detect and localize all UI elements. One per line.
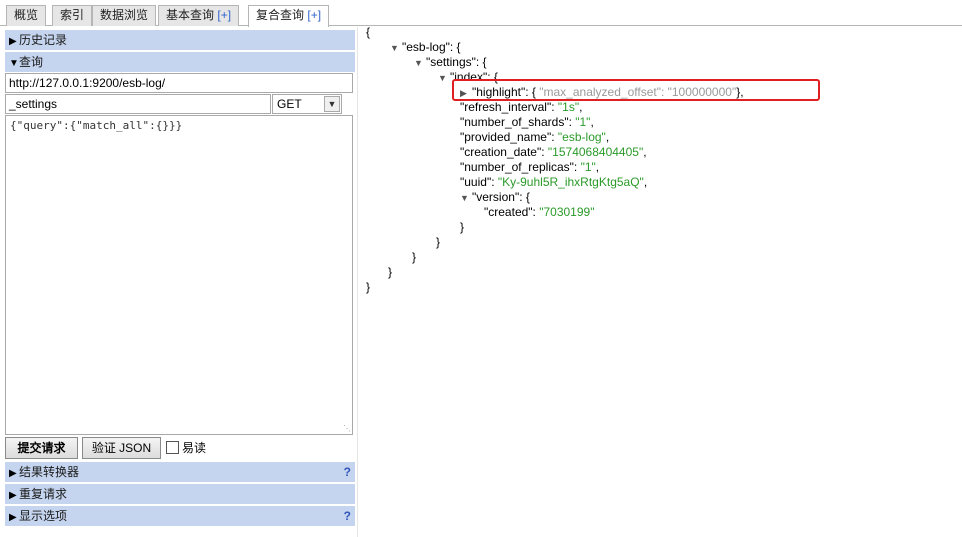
json-key: "version": { xyxy=(472,190,530,204)
collapse-triangle-icon[interactable]: ▼ xyxy=(460,193,472,203)
tab-browser[interactable]: 数据浏览 xyxy=(92,5,157,26)
tab-compound-query-label: 复合查询 xyxy=(256,8,305,22)
method-select[interactable]: GET ▼ xyxy=(272,94,342,114)
json-line: "uuid": "Ky-9uhl5R_ihxRtgKtg5aQ", xyxy=(460,175,647,189)
request-body-textarea[interactable]: {"query":{"match_all":{}}} ⋱ xyxy=(5,115,353,435)
json-line: ▼ "settings": { xyxy=(414,55,487,69)
tab-compound-query-plus[interactable]: [+] xyxy=(307,8,321,22)
json-punct: , xyxy=(605,130,610,144)
help-icon[interactable]: ? xyxy=(344,462,351,482)
json-value: "1" xyxy=(580,160,596,174)
json-key: "uuid": xyxy=(460,175,498,189)
json-line: } xyxy=(460,220,465,234)
json-key: "created": xyxy=(484,205,540,219)
json-punct: , xyxy=(579,100,583,114)
transformer-section-header[interactable]: ▶ 结果转换器 ? xyxy=(5,462,355,482)
json-line: "created": "7030199" xyxy=(484,205,594,219)
json-punct: , xyxy=(643,145,647,159)
json-line: } xyxy=(436,235,441,249)
tab-indices-label: 索引 xyxy=(60,8,85,22)
json-value: "Ky-9uhl5R_ihxRtgKtg5aQ" xyxy=(497,175,644,189)
json-line: { xyxy=(366,25,371,39)
expand-triangle-icon: ▶ xyxy=(9,512,17,523)
json-key: "number_of_shards": xyxy=(460,115,576,129)
json-punct: , xyxy=(595,160,600,174)
collapse-triangle-icon[interactable]: ▼ xyxy=(438,73,450,83)
expand-triangle-icon: ▶ xyxy=(9,468,17,479)
json-key: "settings": { xyxy=(426,55,487,69)
easy-read-label: 易读 xyxy=(182,441,207,455)
validate-json-button[interactable]: 验证 JSON xyxy=(82,437,161,459)
json-line: "provided_name": "esb-log", xyxy=(460,130,609,144)
tab-basic-query-plus[interactable]: [+] xyxy=(217,8,231,22)
tab-browser-label: 数据浏览 xyxy=(100,8,149,22)
expand-triangle-icon: ▶ xyxy=(9,36,17,47)
json-key: "number_of_replicas": xyxy=(460,160,581,174)
url-input[interactable]: http://127.0.0.1:9200/esb-log/ xyxy=(5,73,353,93)
tab-basic-query-label: 基本查询 xyxy=(166,8,215,22)
help-icon[interactable]: ? xyxy=(344,506,351,526)
json-line: "number_of_shards": "1", xyxy=(460,115,594,129)
request-body-text: {"query":{"match_all":{}}} xyxy=(10,119,183,132)
tab-overview-label: 概览 xyxy=(14,8,39,22)
submit-request-button[interactable]: 提交请求 xyxy=(5,437,78,459)
history-label: 历史记录 xyxy=(19,33,68,47)
highlight-annotation-box xyxy=(452,79,820,101)
json-value: "1" xyxy=(575,115,591,129)
display-label: 显示选项 xyxy=(19,509,68,523)
collapse-triangle-icon[interactable]: ▼ xyxy=(414,58,426,68)
transformer-label: 结果转换器 xyxy=(19,465,80,479)
json-value: "1574068404405" xyxy=(547,145,644,159)
json-value: "esb-log" xyxy=(557,130,606,144)
chevron-down-icon[interactable]: ▼ xyxy=(324,96,340,112)
easy-read-option[interactable]: 易读 xyxy=(166,440,206,456)
json-line: "number_of_replicas": "1", xyxy=(460,160,599,174)
expand-triangle-icon: ▶ xyxy=(9,490,17,501)
json-line: ▼ "version": { xyxy=(460,190,530,204)
json-punct: , xyxy=(643,175,648,189)
repeat-section-header[interactable]: ▶ 重复请求 xyxy=(5,484,355,504)
json-key: "refresh_interval": xyxy=(460,100,558,114)
json-line: } xyxy=(366,280,371,294)
json-line: "creation_date": "1574068404405", xyxy=(460,145,647,159)
json-value: "1s" xyxy=(557,100,580,114)
tab-basic-query[interactable]: 基本查询 [+] xyxy=(158,5,240,26)
resize-grip-icon[interactable]: ⋱ xyxy=(343,425,351,433)
display-section-header[interactable]: ▶ 显示选项 ? xyxy=(5,506,355,526)
json-key: "provided_name": xyxy=(460,130,558,144)
tab-bar: 概览 索引 数据浏览 基本查询 [+] 复合查询 [+] xyxy=(0,0,962,27)
path-input[interactable]: _settings xyxy=(5,94,271,114)
collapse-triangle-icon: ▼ xyxy=(9,58,19,69)
repeat-label: 重复请求 xyxy=(19,487,68,501)
json-punct: , xyxy=(590,115,594,129)
collapse-triangle-icon[interactable]: ▼ xyxy=(390,43,402,53)
json-line: } xyxy=(412,250,417,264)
json-value: "7030199" xyxy=(539,205,595,219)
json-key: "esb-log": { xyxy=(402,40,461,54)
easy-read-checkbox[interactable] xyxy=(166,441,179,454)
query-label: 查询 xyxy=(19,55,44,69)
tab-indices[interactable]: 索引 xyxy=(52,5,93,26)
history-section-header[interactable]: ▶ 历史记录 xyxy=(5,30,355,50)
json-line: "refresh_interval": "1s", xyxy=(460,100,582,114)
tab-overview[interactable]: 概览 xyxy=(6,5,47,26)
query-panel: ▶ 历史记录 ▼查询 http://127.0.0.1:9200/esb-log/… xyxy=(0,27,358,537)
json-line: } xyxy=(388,265,393,279)
json-line: ▼ "esb-log": { xyxy=(390,40,461,54)
json-key: "creation_date": xyxy=(460,145,548,159)
method-value: GET xyxy=(277,97,302,111)
query-section-header[interactable]: ▼查询 xyxy=(5,52,355,72)
tab-compound-query[interactable]: 复合查询 [+] xyxy=(248,5,330,27)
